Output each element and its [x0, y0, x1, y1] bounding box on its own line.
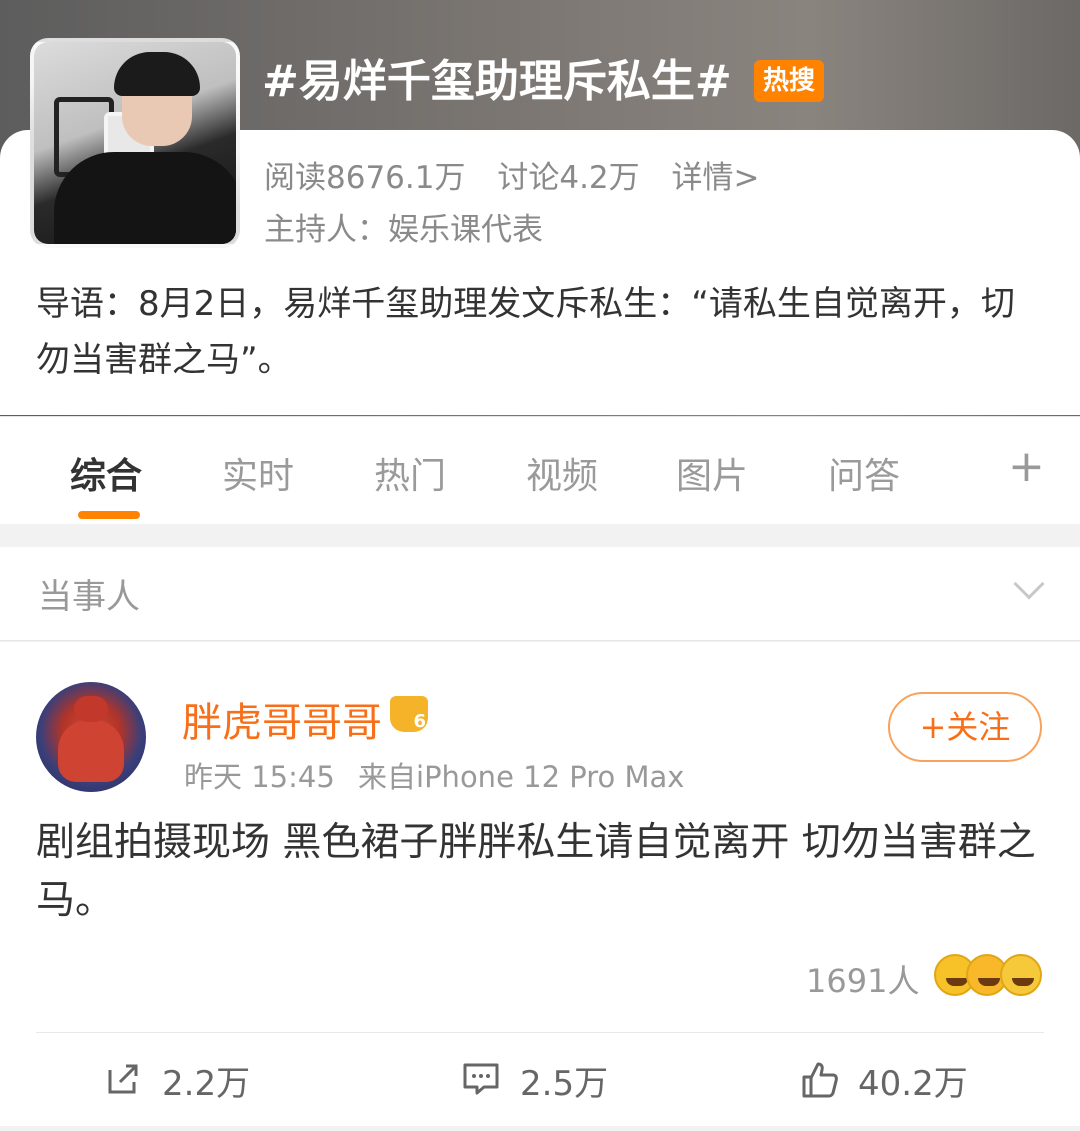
chevron-down-icon[interactable] — [1013, 568, 1045, 600]
tab-综合[interactable]: 综合 — [70, 447, 142, 499]
crown-icon — [390, 696, 428, 732]
comment-count: 2.5万 — [520, 1064, 609, 1104]
follow-button[interactable]: +关注 — [888, 692, 1042, 762]
post-meta: 昨天 15:45 来自iPhone 12 Pro Max — [184, 754, 684, 796]
repost-count: 2.2万 — [162, 1064, 251, 1104]
tab-热门[interactable]: 热门 — [374, 447, 446, 499]
topic-avatar[interactable] — [30, 38, 240, 248]
topic-title: #易烊千玺助理斥私生# — [262, 56, 732, 107]
tab-实时[interactable]: 实时 — [222, 447, 294, 499]
tab-视频[interactable]: 视频 — [526, 447, 598, 499]
topic-stats: 阅读8676.1万 讨论4.2万 详情> — [264, 152, 782, 197]
plus-icon[interactable]: + — [1008, 441, 1045, 492]
post-source: 来自iPhone 12 Pro Max — [358, 760, 685, 794]
avatar-robot-head — [74, 696, 108, 722]
topic-intro: 导语：8月2日，易烊千玺助理发文斥私生：“请私生自觉离开，切勿当害群之马”。 — [36, 284, 1015, 380]
topic-host[interactable]: 主持人：娱乐课代表 — [264, 204, 543, 249]
tab-bar: 综合 实时 热门 视频 图片 问答 + — [0, 416, 1080, 524]
detail-link[interactable]: 详情> — [672, 160, 760, 196]
divider — [36, 1032, 1044, 1033]
active-tab-indicator — [78, 511, 140, 519]
section-filter-row[interactable]: 当事人 — [0, 547, 1080, 641]
section-label: 当事人 — [38, 577, 140, 617]
read-count: 阅读8676.1万 — [264, 160, 466, 196]
photo-person-hair — [114, 52, 200, 96]
photo-person-body — [54, 152, 236, 244]
like-icon — [802, 1062, 838, 1098]
comment-icon — [463, 1063, 499, 1095]
discuss-count: 讨论4.2万 — [497, 160, 640, 196]
reactions-count[interactable]: 1691人 — [806, 956, 919, 1002]
like-count: 40.2万 — [858, 1064, 968, 1104]
bottom-separator — [0, 1126, 1080, 1131]
post-card: 胖虎哥哥哥 昨天 15:45 来自iPhone 12 Pro Max +关注 剧… — [0, 642, 1080, 1127]
repost-icon — [108, 1064, 138, 1094]
avatar-robot-body — [58, 720, 124, 782]
hot-search-badge: 热搜 — [754, 60, 824, 102]
post-time: 昨天 15:45 — [184, 760, 335, 794]
post-username[interactable]: 胖虎哥哥哥 — [182, 690, 382, 748]
surprised-emoji-icon[interactable] — [1000, 954, 1042, 996]
post-text: 剧组拍摄现场 黑色裙子胖胖私生请自觉离开 切勿当害群之马。 — [36, 820, 1036, 923]
tab-图片[interactable]: 图片 — [676, 447, 748, 499]
avatar[interactable] — [36, 682, 146, 792]
tab-问答[interactable]: 问答 — [828, 447, 900, 499]
